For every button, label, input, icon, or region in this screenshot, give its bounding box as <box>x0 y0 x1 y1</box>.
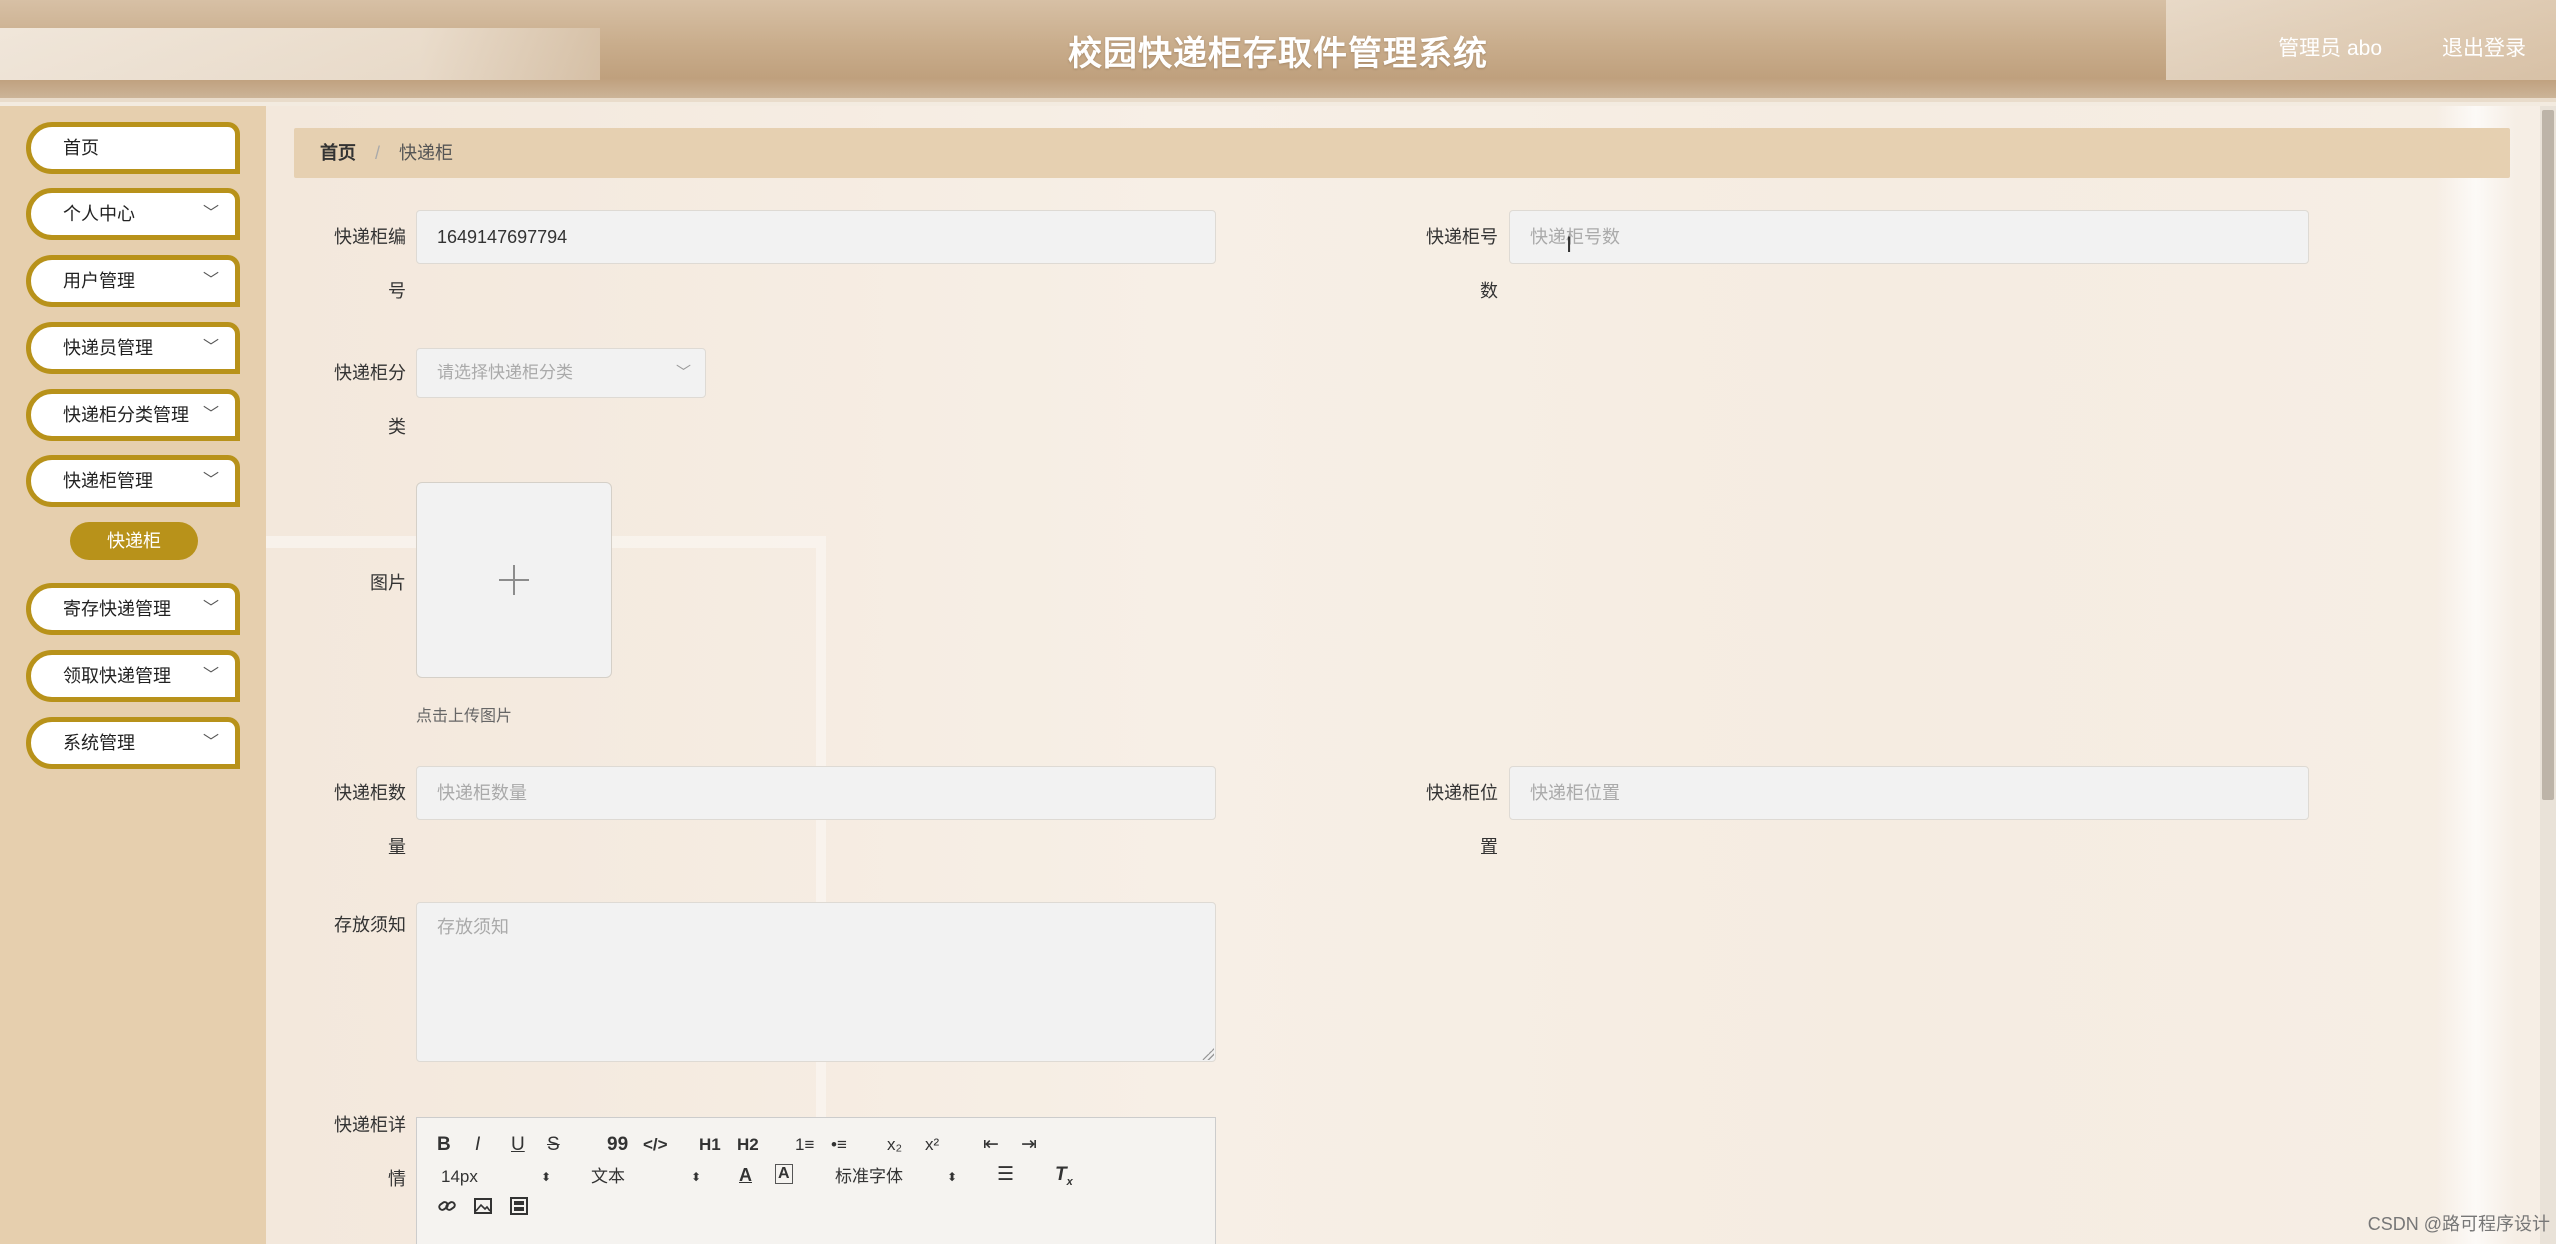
locker-detail-label: 快递柜详 情 <box>334 1115 406 1189</box>
video-icon[interactable] <box>509 1196 529 1222</box>
font-size-select[interactable]: 14px ⬍ <box>441 1166 551 1188</box>
resize-handle-icon[interactable] <box>1202 1048 1214 1060</box>
locker-quantity-label: 快递柜数 量 <box>334 783 406 857</box>
plus-icon <box>499 565 529 595</box>
chevron-down-icon: ﹀ <box>675 364 691 381</box>
locker-code-input[interactable] <box>416 210 1216 264</box>
locker-quantity-input[interactable] <box>416 766 1216 820</box>
sidebar-subitem-locker[interactable]: 快递柜 <box>70 522 198 560</box>
sort-arrows-icon: ⬍ <box>946 1170 957 1184</box>
upload-tip: 点击上传图片 <box>416 708 513 725</box>
breadcrumb-home-link[interactable]: 首页 <box>320 143 356 163</box>
breadcrumb-separator: / <box>375 143 381 163</box>
sidebar-item-locker-management[interactable]: 快递柜管理 ﹀ <box>26 455 240 507</box>
top-header: 校园快递柜存取件管理系统 管理员 abo 退出登录 <box>0 0 2556 102</box>
sidebar-item-home[interactable]: 首页 <box>26 122 240 174</box>
chevron-down-icon: ﹀ <box>202 472 219 489</box>
text-color-icon[interactable]: A <box>739 1164 752 1186</box>
sort-arrows-icon: ⬍ <box>540 1170 551 1184</box>
superscript-button[interactable]: x² <box>925 1134 939 1156</box>
strikethrough-button[interactable]: S <box>547 1134 560 1156</box>
storage-notice-textarea[interactable] <box>416 902 1216 1062</box>
sidebar-item-label: 个人中心 <box>63 204 135 224</box>
sidebar-item-label: 快递柜分类管理 <box>63 405 189 425</box>
locker-number-input[interactable] <box>1509 210 2309 264</box>
image-icon[interactable] <box>473 1196 493 1222</box>
sidebar-item-label: 首页 <box>63 138 99 158</box>
vertical-scrollbar[interactable] <box>2540 106 2556 1244</box>
scrollbar-thumb[interactable] <box>2542 110 2554 800</box>
sidebar-item-label: 领取快递管理 <box>63 666 171 686</box>
chevron-down-icon: ﹀ <box>202 667 219 684</box>
sidebar-item-deposit-management[interactable]: 寄存快递管理 ﹀ <box>26 583 240 635</box>
underline-button[interactable]: U <box>511 1134 525 1156</box>
chevron-down-icon: ﹀ <box>202 600 219 617</box>
bullet-list-button[interactable]: •≡ <box>831 1134 847 1156</box>
link-icon[interactable] <box>437 1196 457 1222</box>
bold-button[interactable]: B <box>437 1134 451 1156</box>
locker-category-label: 快递柜分 类 <box>334 363 406 437</box>
storage-notice-label: 存放须知 <box>334 915 406 935</box>
sidebar-item-label: 用户管理 <box>63 271 135 291</box>
sidebar-item-courier-management[interactable]: 快递员管理 ﹀ <box>26 322 240 374</box>
background-color-icon[interactable]: A <box>775 1164 793 1184</box>
locker-category-select[interactable]: 请选择快递柜分类 ﹀ <box>416 348 706 398</box>
locker-number-label: 快递柜号 数 <box>1426 227 1498 301</box>
image-label: 图片 <box>370 573 406 593</box>
locker-code-label: 快递柜编 号 <box>334 227 406 301</box>
chevron-down-icon: ﹀ <box>202 734 219 751</box>
sidebar-item-label: 系统管理 <box>63 733 135 753</box>
blockquote-button[interactable]: 99 <box>607 1134 628 1156</box>
current-user: 管理员 abo <box>2278 37 2382 60</box>
app-root: 校园快递柜存取件管理系统 管理员 abo 退出登录 首页 个人中心 ﹀ 用户管理… <box>0 0 2556 1244</box>
heading-1-button[interactable]: H1 <box>699 1134 721 1156</box>
app-title: 校园快递柜存取件管理系统 <box>1068 35 1488 73</box>
font-family-select[interactable]: 标准字体 ⬍ <box>835 1166 957 1188</box>
main-content: 首页 / 快递柜 快递柜编 号 快递柜号 数 快递柜分 类 请选择快递柜分类 ﹀… <box>266 106 2556 1244</box>
sidebar-item-label: 快递柜管理 <box>63 471 153 491</box>
text-cursor-icon: I <box>1566 232 1573 257</box>
rich-text-editor: B I U S 99 </> H1 H2 1≡ •≡ x₂ x² ⇤ ⇥ 14p… <box>416 1117 1216 1244</box>
code-block-button[interactable]: </> <box>643 1134 668 1156</box>
subscript-button[interactable]: x₂ <box>887 1134 902 1156</box>
chevron-down-icon: ﹀ <box>202 205 219 222</box>
sidebar-item-personal-center[interactable]: 个人中心 ﹀ <box>26 188 240 240</box>
sidebar-item-user-management[interactable]: 用户管理 ﹀ <box>26 255 240 307</box>
clear-format-icon[interactable]: Tx <box>1055 1164 1073 1193</box>
locker-location-input[interactable] <box>1509 766 2309 820</box>
align-left-icon[interactable]: ☰ <box>997 1164 1014 1186</box>
chevron-down-icon: ﹀ <box>202 406 219 423</box>
breadcrumb-current: 快递柜 <box>399 143 454 163</box>
sidebar-item-label: 寄存快递管理 <box>63 599 171 619</box>
outdent-button[interactable]: ⇤ <box>983 1134 999 1156</box>
header-format-select[interactable]: 文本 ⬍ <box>591 1166 701 1188</box>
heading-2-button[interactable]: H2 <box>737 1134 759 1156</box>
ordered-list-button[interactable]: 1≡ <box>795 1134 814 1156</box>
image-upload-box[interactable] <box>416 482 612 678</box>
chevron-down-icon: ﹀ <box>202 339 219 356</box>
watermark: CSDN @路可程序设计 <box>2367 1214 2550 1234</box>
locker-location-label: 快递柜位 置 <box>1426 783 1498 857</box>
sort-arrows-icon: ⬍ <box>690 1170 701 1184</box>
sidebar-item-system-management[interactable]: 系统管理 ﹀ <box>26 717 240 769</box>
sidebar-item-label: 快递员管理 <box>63 338 153 358</box>
sidebar-item-pickup-management[interactable]: 领取快递管理 ﹀ <box>26 650 240 702</box>
chevron-down-icon: ﹀ <box>202 272 219 289</box>
sidebar: 首页 个人中心 ﹀ 用户管理 ﹀ 快递员管理 ﹀ 快递柜分类管理 ﹀ 快递柜管理… <box>0 106 266 1244</box>
sidebar-item-locker-category-management[interactable]: 快递柜分类管理 ﹀ <box>26 389 240 441</box>
breadcrumb: 首页 / 快递柜 <box>294 128 2510 178</box>
indent-button[interactable]: ⇥ <box>1021 1134 1037 1156</box>
italic-button[interactable]: I <box>475 1134 480 1156</box>
logout-button[interactable]: 退出登录 <box>2442 32 2526 62</box>
